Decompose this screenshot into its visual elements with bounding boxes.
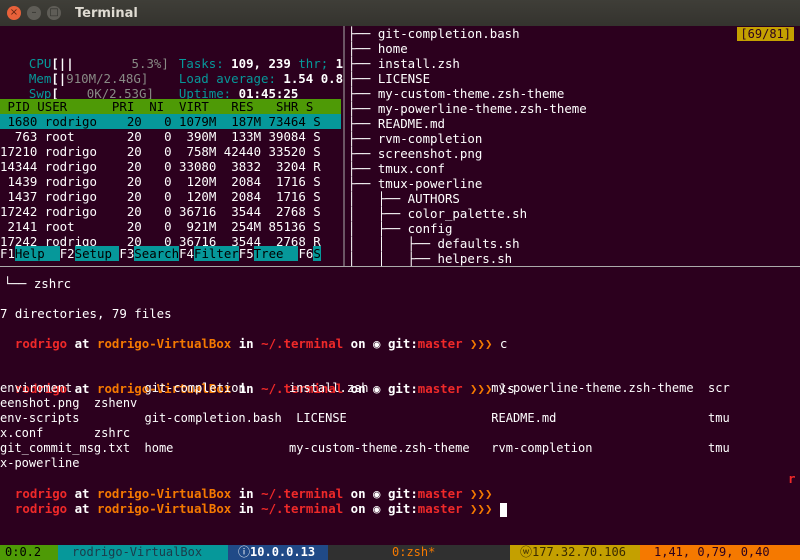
shell-prompt-active[interactable]: rodrigo at rodrigo-VirtualBox in ~/.term… (0, 486, 507, 517)
fkey-filter[interactable]: F4Filter (179, 246, 239, 261)
tree-entry: ├── screenshot.png (348, 146, 483, 161)
title-bar: × – □ Terminal (0, 0, 800, 26)
status-local-ip: ⓘ10.0.0.13 (228, 545, 328, 560)
pane-divider-horizontal[interactable] (0, 266, 800, 267)
fkey-help[interactable]: F1Help (0, 246, 60, 261)
status-session: 0:0.2 (0, 545, 58, 560)
github-icon: ◉ (373, 501, 381, 516)
tree-entry: ├── tmux.conf (348, 161, 445, 176)
tree-summary: 7 directories, 79 files (0, 306, 172, 321)
tree-entry: │ │ ├── defaults.sh (348, 236, 520, 251)
tree-entry: ├── my-custom-theme.zsh-theme (348, 86, 565, 101)
prompt-arrows-icon: ❯❯❯ (470, 336, 493, 351)
scroll-position-badge: [69/81] (737, 27, 794, 41)
ls-output-line: git_commit_msg.txt home my-custom-theme.… (0, 441, 730, 455)
status-hostname: rodrigo-VirtualBox (58, 545, 228, 560)
htop-process-row[interactable]: 2141 root 20 0 921M 254M 85136 S (0, 219, 320, 234)
info-icon: ⓘ (238, 545, 251, 559)
tree-entry: │ ├── config (348, 221, 453, 236)
shell-prompt: rodrigo at rodrigo-VirtualBox in ~/.term… (14, 336, 508, 351)
status-load: 1,41, 0,79, 0,40 (640, 545, 800, 560)
htop-tasks: Tasks: 109, 239 thr; 1 (178, 56, 344, 71)
wan-icon: ⓦ (520, 545, 533, 559)
htop-process-row[interactable]: 17210 rodrigo 20 0 758M 42440 33520 S (0, 144, 321, 159)
htop-process-row[interactable]: 763 root 20 0 390M 133M 39084 S (0, 129, 321, 144)
prompt-arrows-icon: ❯❯❯ (470, 501, 493, 516)
tree-entry: ├── tmux-powerline (348, 176, 483, 191)
fkey-tree[interactable]: F5Tree (239, 246, 299, 261)
fkey-setup[interactable]: F2Setup (60, 246, 120, 261)
htop-swp-meter: Swp[0K/2.53G] (28, 86, 154, 101)
htop-process-row[interactable]: 1680 rodrigo 20 0 1079M 187M 73464 S (0, 114, 320, 129)
pane-divider-vertical[interactable] (341, 26, 347, 266)
ls-output-line: eenshot.png zshenv (0, 396, 138, 410)
text-cursor (499, 502, 507, 517)
shell-prompt: rodrigo at rodrigo-VirtualBox in ~/.term… (14, 381, 515, 396)
htop-process-row[interactable]: 1439 rodrigo 20 0 120M 2084 1716 S (0, 174, 320, 189)
ls-output-line: x-powerline (0, 456, 80, 470)
right-edge-marker: r (788, 471, 796, 486)
window-title: Terminal (75, 5, 138, 21)
status-window-tab[interactable]: 0:zsh* (392, 545, 435, 560)
tree-entry: │ ├── AUTHORS (348, 191, 460, 206)
fkey-sort[interactable]: F6S (298, 246, 321, 261)
ls-output-line: env-scripts git-completion.bash LICENSE … (0, 411, 730, 425)
htop-uptime: Uptime: 01:45:25 (178, 86, 299, 101)
tree-entry: │ ├── color_palette.sh (348, 206, 528, 221)
tree-entry: ├── README.md (348, 116, 445, 131)
tmux-status-bar: 0:0.2 rodrigo-VirtualBox ⓘ10.0.0.13 0:zs… (0, 545, 800, 560)
tree-output-last: └── zshrc (4, 276, 72, 291)
status-wan-ip: ⓦ177.32.70.106 (510, 545, 640, 560)
tree-entry: ├── rvm-completion (348, 131, 483, 146)
htop-cpu-meter: CPU[|| 5.3%] (28, 56, 169, 71)
htop-process-row[interactable]: 1437 rodrigo 20 0 120M 2084 1716 S (0, 189, 320, 204)
maximize-button[interactable]: □ (47, 6, 61, 20)
htop-load-average: Load average: 1.54 0.8 (178, 71, 344, 86)
tree-entry: │ │ ├── helpers.sh (348, 251, 513, 266)
tree-entry: ├── git-completion.bash (348, 26, 520, 41)
htop-function-bar: F1Help F2Setup F3Search F4Filter F5Tree … (0, 246, 341, 261)
fkey-search[interactable]: F3Search (119, 246, 180, 261)
tree-entry: ├── install.zsh (348, 56, 460, 71)
shell-prompt: rodrigo at rodrigo-VirtualBox in ~/.term… (14, 486, 493, 501)
ls-output-line: x.conf zshrc (0, 426, 131, 440)
tree-entry: ├── home (348, 41, 408, 56)
tree-entry: ├── my-powerline-theme.zsh-theme (348, 101, 587, 116)
tree-entry: ├── LICENSE (348, 71, 431, 86)
htop-process-row[interactable]: 14344 rodrigo 20 0 33080 3832 3204 R (0, 159, 321, 174)
ls-output-line: enviroment git-completion install.zsh my… (0, 381, 730, 395)
htop-column-header[interactable]: PID USER PRI NI VIRT RES SHR S (0, 99, 313, 114)
htop-process-row[interactable]: 17242 rodrigo 20 0 36716 3544 2768 S (0, 204, 321, 219)
minimize-button[interactable]: – (27, 6, 41, 20)
close-button[interactable]: × (7, 6, 21, 20)
github-icon: ◉ (373, 336, 381, 351)
htop-mem-meter: Mem[|910M/2.48G] (28, 71, 149, 86)
